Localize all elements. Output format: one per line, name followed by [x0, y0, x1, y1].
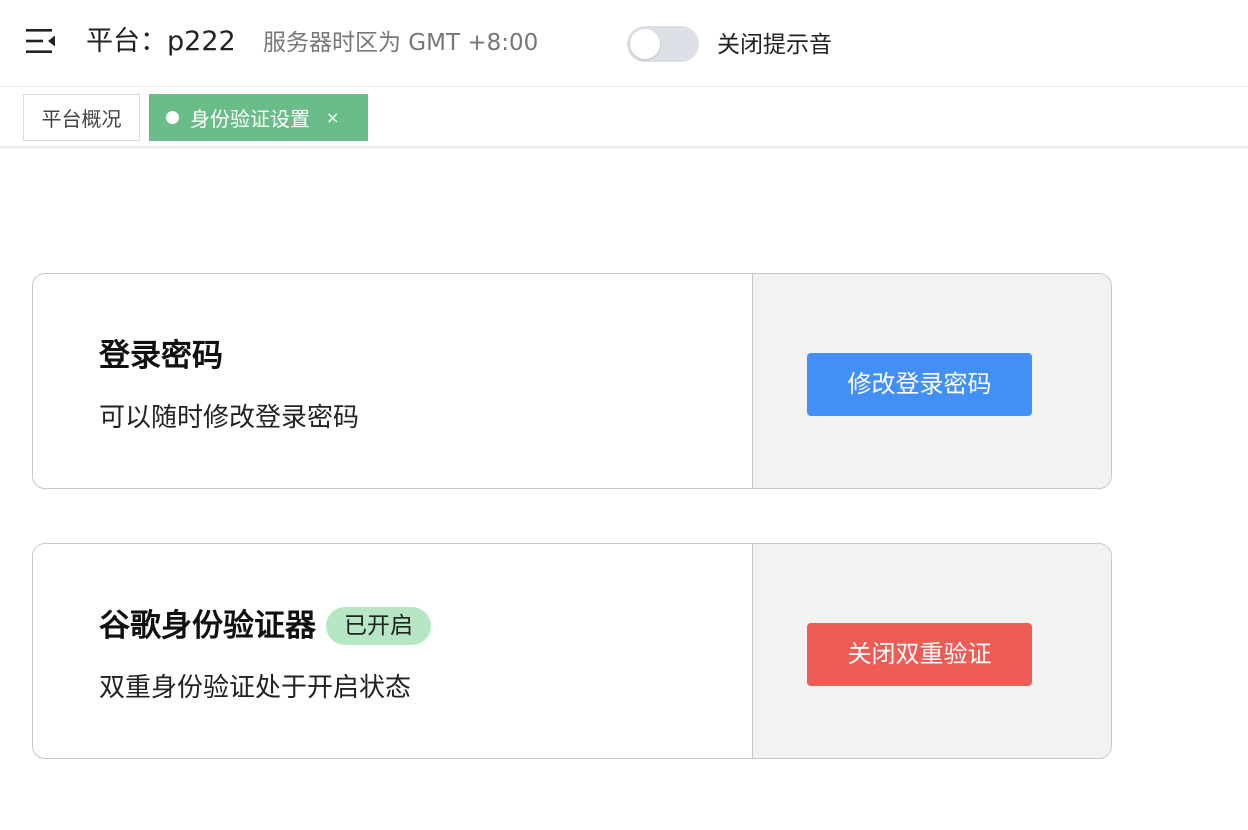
card-action-panel: 修改登录密码 — [752, 274, 1111, 488]
toggle-knob — [630, 29, 660, 59]
close-icon[interactable]: × — [326, 108, 339, 127]
disable-2fa-button[interactable]: 关闭双重验证 — [807, 623, 1032, 686]
change-password-button[interactable]: 修改登录密码 — [807, 353, 1032, 416]
login-password-card: 登录密码 可以随时修改登录密码 修改登录密码 — [32, 273, 1112, 489]
tab-label: 平台概况 — [41, 107, 122, 131]
google-auth-description: 双重身份验证处于开启状态 — [99, 673, 412, 703]
tab-auth-settings[interactable]: 身份验证设置 × — [149, 94, 368, 141]
menu-fold-icon[interactable] — [26, 28, 56, 54]
google-auth-title: 谷歌身份验证器 已开启 — [99, 606, 431, 646]
card-action-panel: 关闭双重验证 — [752, 544, 1111, 758]
tab-label: 身份验证设置 — [190, 107, 310, 131]
login-password-title: 登录密码 — [99, 336, 223, 376]
top-header: 平台：p222 服务器时区为 GMT +8:00 关闭提示音 — [0, 0, 1248, 86]
tabs-bar: 平台概况 身份验证设置 × — [0, 86, 1248, 146]
card-title-text: 登录密码 — [99, 338, 223, 374]
server-timezone-text: 服务器时区为 GMT +8:00 — [263, 30, 539, 56]
card-title-text: 谷歌身份验证器 — [99, 608, 316, 644]
status-badge: 已开启 — [326, 607, 431, 645]
dot-icon — [166, 111, 179, 124]
google-auth-card: 谷歌身份验证器 已开启 双重身份验证处于开启状态 关闭双重验证 — [32, 543, 1112, 759]
platform-title: 平台：p222 — [86, 26, 236, 57]
sound-toggle-switch[interactable] — [627, 26, 699, 62]
login-password-description: 可以随时修改登录密码 — [99, 403, 360, 433]
sound-toggle-label: 关闭提示音 — [717, 32, 832, 58]
tab-platform-overview[interactable]: 平台概况 — [23, 94, 140, 141]
